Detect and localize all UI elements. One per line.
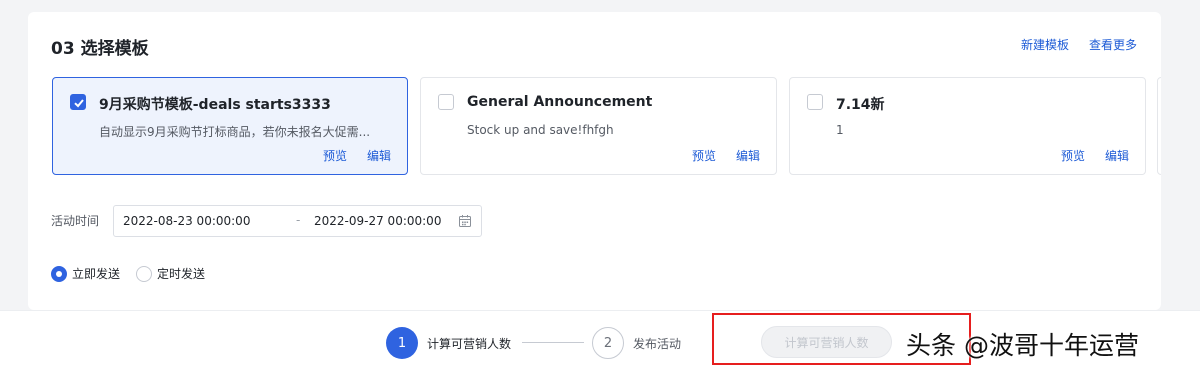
edit-link[interactable]: 编辑 <box>1105 147 1129 164</box>
template-checkbox[interactable] <box>807 94 823 110</box>
scheduled-send-radio[interactable]: 定时发送 <box>136 265 205 282</box>
date-range-picker[interactable]: 2022-08-23 00:00:00 - 2022-09-27 00:00:0… <box>113 204 482 237</box>
template-name: General Announcement <box>467 94 653 110</box>
step-2: 2 发布活动 <box>592 327 681 359</box>
template-checkbox[interactable] <box>438 94 454 110</box>
step-number: 1 <box>386 327 418 359</box>
template-checkbox[interactable] <box>70 94 86 110</box>
template-name: 7.14新 <box>836 97 885 113</box>
footer-bar: 1 计算可营销人数 2 发布活动 计算可营销人数 头条 @波哥十年运营 <box>0 310 1200 369</box>
step-number: 2 <box>592 327 624 359</box>
edit-link[interactable]: 编辑 <box>367 147 391 164</box>
step-label: 计算可营销人数 <box>427 336 512 351</box>
preview-link[interactable]: 预览 <box>692 147 716 164</box>
radio-label: 立即发送 <box>72 267 121 281</box>
template-description: 自动显示9月采购节打标商品，若你未报名大促需... <box>99 125 371 139</box>
calendar-icon[interactable] <box>458 214 472 228</box>
send-mode-radio-group: 立即发送 定时发送 <box>51 265 221 282</box>
end-date-input[interactable]: 2022-09-27 00:00:00 <box>314 214 441 228</box>
template-name: 9月采购节模板-deals starts3333 <box>99 97 331 113</box>
activity-time-row: 活动时间 2022-08-23 00:00:00 - 2022-09-27 00… <box>51 204 482 237</box>
preview-link[interactable]: 预览 <box>1061 147 1085 164</box>
step-1: 1 计算可营销人数 <box>386 327 511 359</box>
radio-indicator <box>136 265 153 282</box>
section-title: 03 选择模板 <box>51 39 149 59</box>
template-card[interactable]: General Announcement Stock up and save!f… <box>420 77 777 175</box>
check-icon <box>74 99 84 108</box>
template-card[interactable]: 9月采购节模板-deals starts3333 自动显示9月采购节打标商品，若… <box>52 77 408 175</box>
template-description: 1 <box>836 123 844 137</box>
template-section-panel: 03 选择模板 新建模板 查看更多 9月采购节模板-deals starts33… <box>28 12 1161 310</box>
template-card-partial[interactable] <box>1157 77 1161 175</box>
watermark-text: 头条 @波哥十年运营 <box>906 331 1139 360</box>
edit-link[interactable]: 编辑 <box>736 147 760 164</box>
start-date-input[interactable]: 2022-08-23 00:00:00 <box>123 214 250 228</box>
new-template-link[interactable]: 新建模板 <box>1021 36 1069 53</box>
preview-link[interactable]: 预览 <box>323 147 347 164</box>
section-links: 新建模板 查看更多 <box>1021 36 1137 53</box>
template-card[interactable]: 7.14新 1 预览 编辑 <box>789 77 1146 175</box>
send-now-radio[interactable]: 立即发送 <box>51 265 120 282</box>
activity-time-label: 活动时间 <box>51 214 100 228</box>
range-separator: - <box>296 212 301 227</box>
template-description: Stock up and save!fhfgh <box>467 123 614 137</box>
radio-label: 定时发送 <box>157 267 206 281</box>
radio-indicator <box>51 265 67 282</box>
see-more-link[interactable]: 查看更多 <box>1089 36 1137 53</box>
template-card-list: 9月采购节模板-deals starts3333 自动显示9月采购节打标商品，若… <box>52 77 1161 177</box>
step-label: 发布活动 <box>633 336 682 351</box>
step-connector <box>522 342 584 343</box>
